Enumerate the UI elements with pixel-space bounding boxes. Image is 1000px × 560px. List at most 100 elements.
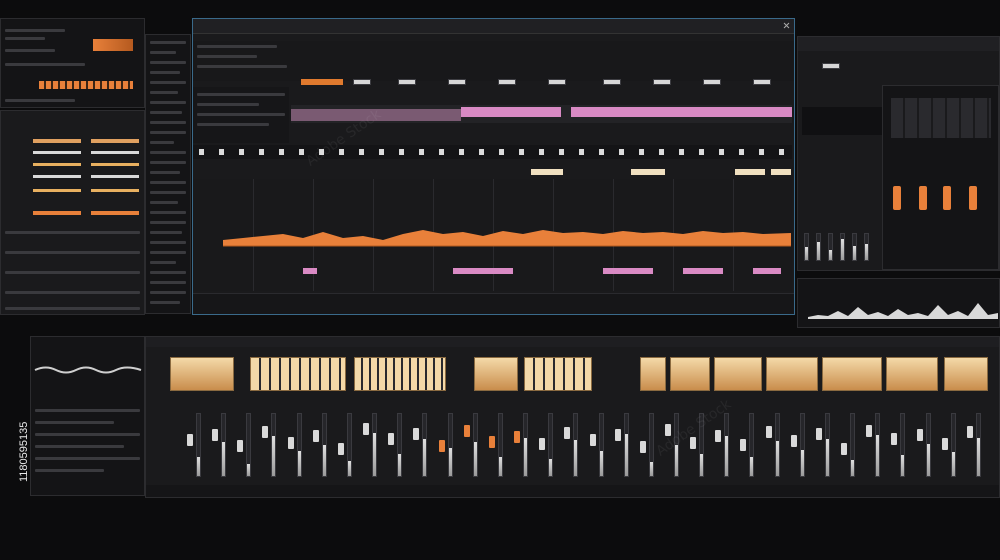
left-browser-panel[interactable] [0,110,145,315]
channel-fader[interactable] [212,428,219,441]
channel-fader[interactable] [413,428,420,441]
mixer-channel-18[interactable] [614,409,632,481]
mixer-channel-5[interactable] [287,409,305,481]
mixer-channel-32[interactable] [966,409,984,481]
mixer-channel-13[interactable] [488,409,506,481]
channel-fader[interactable] [187,434,193,447]
arrange-bottom-ruler [193,293,794,314]
mixer-channel-9[interactable] [387,409,405,481]
channel-fader[interactable] [765,425,772,438]
toolbar-button-1[interactable] [353,79,371,85]
analyzer-panel[interactable] [797,278,1000,328]
plugin-knob-2[interactable] [919,186,927,210]
channel-fader[interactable] [564,426,571,439]
channel-fader[interactable] [337,442,344,455]
channel-fader[interactable] [639,441,646,454]
mixer-channel-31[interactable] [941,409,959,481]
mixer-channel-4[interactable] [261,409,279,481]
track-pink-bus[interactable] [291,105,792,123]
arrange-window[interactable] [192,18,795,315]
channel-meter [246,413,252,477]
track-orange-wave[interactable] [223,224,791,250]
mixer-channel-17[interactable] [589,409,607,481]
channel-fader[interactable] [790,434,797,447]
mixer-channel-23[interactable] [739,409,757,481]
mixer-channel-1[interactable] [186,409,204,481]
channel-fader[interactable] [539,438,546,451]
channel-fader[interactable] [916,429,923,442]
channel-fader[interactable] [740,439,747,452]
track-pink-hits[interactable] [303,265,783,275]
mixer-channel-2[interactable] [211,409,229,481]
channel-meter [422,413,428,477]
toolbar-button-9[interactable] [753,79,771,85]
window-close-icon[interactable] [783,22,790,29]
track-clips[interactable] [291,167,792,177]
channel-fader[interactable] [589,433,596,446]
mixer-channel-24[interactable] [765,409,783,481]
channel-fader[interactable] [815,428,822,441]
toolbar-button-4[interactable] [498,79,516,85]
plugin-knob-1[interactable] [893,186,901,210]
channel-fader[interactable] [941,438,948,451]
toolbar-button-3[interactable] [448,79,466,85]
inspector-panel[interactable] [797,36,1000,271]
mixer-channel-29[interactable] [890,409,908,481]
mixer-channel-11[interactable] [438,409,456,481]
channel-fader[interactable] [614,429,621,442]
plugin-knob-4[interactable] [969,186,977,210]
mixer-channels[interactable] [146,409,999,481]
mixer-channel-7[interactable] [337,409,355,481]
mixer-channel-16[interactable] [563,409,581,481]
channel-fader[interactable] [841,442,848,455]
mixer-channel-19[interactable] [639,409,657,481]
channel-meter [724,413,730,477]
plugin-knob-3[interactable] [943,186,951,210]
record-button[interactable] [301,79,343,85]
channel-fader[interactable] [237,439,244,452]
mixer-window[interactable] [145,336,1000,498]
channel-fader[interactable] [438,440,445,453]
track-beats[interactable] [193,145,792,159]
toolbar-button-5[interactable] [548,79,566,85]
channel-fader[interactable] [866,424,873,437]
channel-fader[interactable] [690,437,697,449]
mixer-channel-14[interactable] [513,409,531,481]
channel-fader[interactable] [262,425,269,438]
mixer-channel-27[interactable] [840,409,858,481]
mixer-channel-8[interactable] [362,409,380,481]
inspector-meters [802,233,880,263]
channel-fader[interactable] [488,435,495,448]
mixer-channel-30[interactable] [916,409,934,481]
channel-fader[interactable] [715,430,722,443]
toolbar-button-8[interactable] [703,79,721,85]
channel-fader[interactable] [966,425,973,438]
toolbar-button-2[interactable] [398,79,416,85]
mixer-channel-26[interactable] [815,409,833,481]
channel-fader[interactable] [891,432,898,445]
mixer-channel-3[interactable] [236,409,254,481]
mixer-channel-6[interactable] [312,409,330,481]
mixer-channel-22[interactable] [714,409,732,481]
channel-fader[interactable] [388,432,395,445]
channel-fader[interactable] [514,431,521,444]
toolbar-button-6[interactable] [603,79,621,85]
toolbar-button-7[interactable] [653,79,671,85]
bottom-left-panel[interactable] [30,336,145,496]
channel-fader[interactable] [312,430,319,443]
inspector-tab-1[interactable] [822,63,840,69]
mixer-channel-12[interactable] [463,409,481,481]
channel-meter [774,413,780,477]
mixer-channel-20[interactable] [664,409,682,481]
mixer-channel-25[interactable] [790,409,808,481]
channel-fader[interactable] [664,423,671,436]
channel-fader[interactable] [363,423,370,435]
file-list-panel[interactable] [145,34,191,314]
mixer-channel-10[interactable] [412,409,430,481]
channel-fader[interactable] [463,424,470,437]
mixer-channel-21[interactable] [689,409,707,481]
channel-fader[interactable] [287,437,294,449]
mixer-channel-15[interactable] [538,409,556,481]
plugin-panel[interactable] [882,85,999,270]
mixer-channel-28[interactable] [865,409,883,481]
